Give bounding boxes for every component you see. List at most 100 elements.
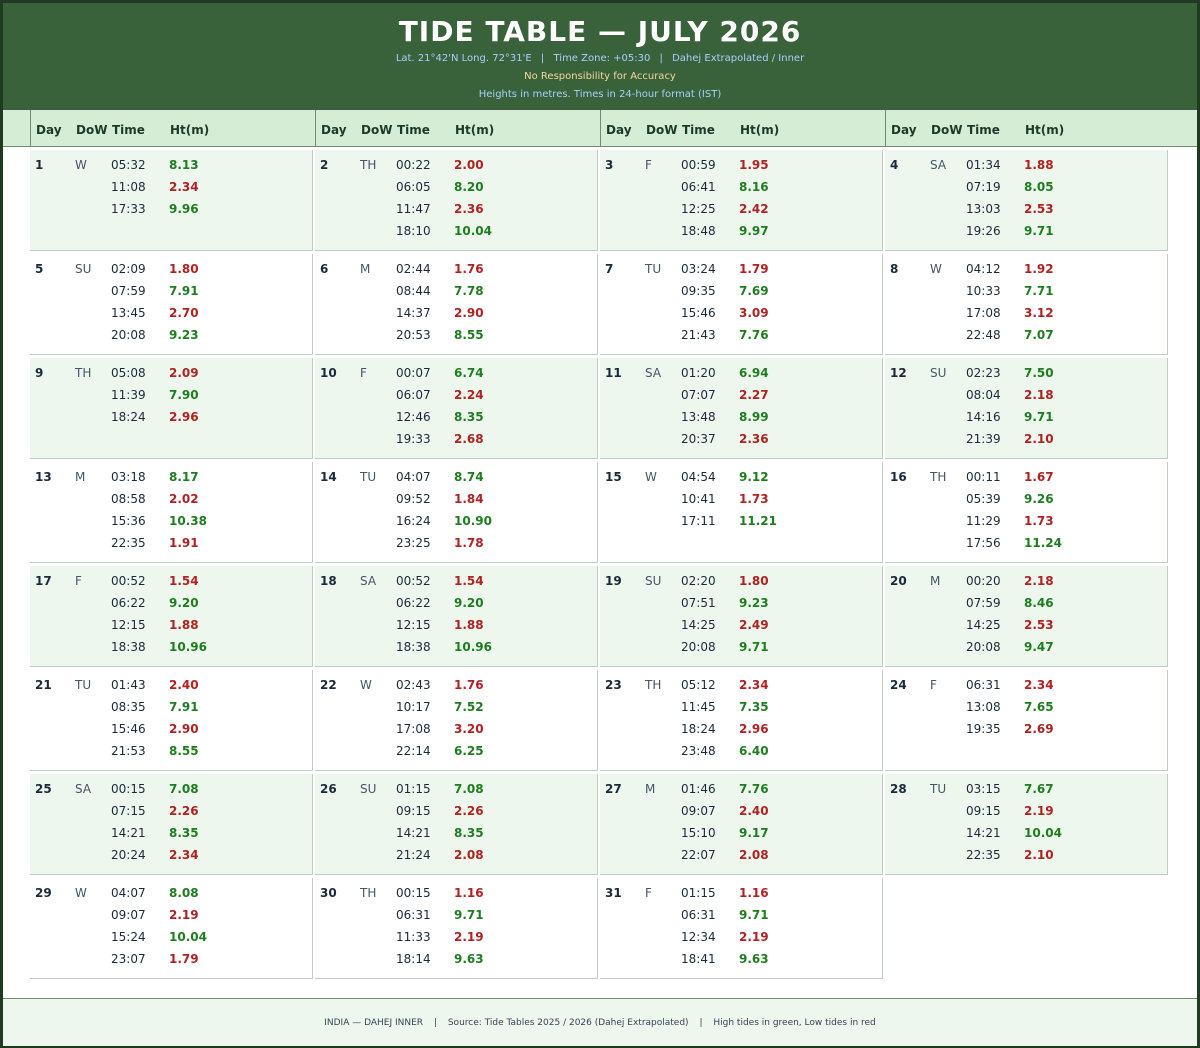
tide-time: 12:15 <box>396 618 431 632</box>
tide-entry: 18:38 10.96 <box>396 640 586 658</box>
tide-entry: 04:54 9.12 <box>681 470 871 488</box>
tide-entry: 06:31 2.34 <box>966 678 1156 696</box>
day-cell: 23 TH 05:12 2.34 11:45 7.35 18:24 2.96 23:48 6.40 <box>600 670 883 771</box>
low-tide-height: 1.16 <box>739 886 769 900</box>
day-of-week: TH <box>360 886 377 900</box>
day-cell: 8 W 04:12 1.92 10:33 7.71 17:08 3.12 22:48 7.07 <box>885 254 1168 355</box>
high-tide-height: 10.90 <box>454 514 492 528</box>
tide-time: 00:59 <box>681 158 716 172</box>
tide-entry: 07:15 2.26 <box>111 804 301 822</box>
day-cell: 29 W 04:07 8.08 09:07 2.19 15:24 10.04 23:07 1.79 <box>30 878 313 979</box>
tide-time: 05:12 <box>681 678 716 692</box>
tide-time: 21:24 <box>396 848 431 862</box>
tide-time: 19:26 <box>966 224 1001 238</box>
tide-entry: 09:15 2.19 <box>966 804 1156 822</box>
column-header-day: Day <box>36 123 62 137</box>
high-tide-height: 9.71 <box>739 640 769 654</box>
high-tide-height: 9.23 <box>169 328 199 342</box>
tide-time: 06:22 <box>111 596 146 610</box>
tide-entry: 22:48 7.07 <box>966 328 1156 346</box>
high-tide-height: 7.76 <box>739 782 769 796</box>
tide-entry: 19:35 2.69 <box>966 722 1156 740</box>
low-tide-height: 1.76 <box>454 262 484 276</box>
high-tide-height: 6.25 <box>454 744 484 758</box>
tide-time: 01:20 <box>681 366 716 380</box>
tide-time: 20:53 <box>396 328 431 342</box>
day-cell: 1 W 05:32 8.13 11:08 2.34 17:33 9.96 <box>30 150 313 251</box>
tide-entry: 06:31 9.71 <box>396 908 586 926</box>
low-tide-height: 1.73 <box>739 492 769 506</box>
tide-time: 03:24 <box>681 262 716 276</box>
tide-time: 02:20 <box>681 574 716 588</box>
day-of-week: TU <box>645 262 662 276</box>
low-tide-height: 2.70 <box>169 306 199 320</box>
column-header-group-2: Day DoW Time Ht(m) <box>315 110 600 146</box>
low-tide-height: 2.10 <box>1024 848 1054 862</box>
high-tide-height: 8.35 <box>454 410 484 424</box>
day-of-week: TH <box>930 470 947 484</box>
low-tide-height: 1.88 <box>1024 158 1054 172</box>
tide-time: 05:39 <box>966 492 1001 506</box>
tide-entry: 13:08 7.65 <box>966 700 1156 718</box>
high-tide-height: 9.47 <box>1024 640 1054 654</box>
tide-time: 12:34 <box>681 930 716 944</box>
high-tide-height: 9.20 <box>454 596 484 610</box>
high-tide-height: 7.08 <box>454 782 484 796</box>
column-header-time: Time <box>112 123 145 137</box>
day-of-week: F <box>645 158 652 172</box>
tide-entry: 18:10 10.04 <box>396 224 586 242</box>
low-tide-height: 2.36 <box>454 202 484 216</box>
day-cell: 9 TH 05:08 2.09 11:39 7.90 18:24 2.96 <box>30 358 313 459</box>
low-tide-height: 1.80 <box>169 262 199 276</box>
day-of-week: M <box>930 574 941 588</box>
low-tide-height: 2.19 <box>169 908 199 922</box>
high-tide-height: 7.35 <box>739 700 769 714</box>
tide-entry: 11:47 2.36 <box>396 202 586 220</box>
tide-time: 21:39 <box>966 432 1001 446</box>
day-cell: 16 TH 00:11 1.67 05:39 9.26 11:29 1.73 17:56 11.2… <box>885 462 1168 563</box>
high-tide-height: 7.67 <box>1024 782 1054 796</box>
high-tide-height: 8.46 <box>1024 596 1054 610</box>
day-cell: 15 W 04:54 9.12 10:41 1.73 17:11 11.21 <box>600 462 883 563</box>
low-tide-height: 2.68 <box>454 432 484 446</box>
tide-entry: 14:21 8.35 <box>111 826 301 844</box>
low-tide-height: 2.09 <box>169 366 199 380</box>
tide-entry: 08:04 2.18 <box>966 388 1156 406</box>
tide-entry: 15:10 9.17 <box>681 826 871 844</box>
day-cell: 12 SU 02:23 7.50 08:04 2.18 14:16 9.71 21:39 2.10 <box>885 358 1168 459</box>
low-tide-height: 2.34 <box>169 180 199 194</box>
tide-time: 00:52 <box>111 574 146 588</box>
tide-time: 10:41 <box>681 492 716 506</box>
units-note: Heights in metres. Times in 24-hour form… <box>478 89 722 100</box>
low-tide-height: 1.79 <box>169 952 199 966</box>
tide-time: 00:15 <box>111 782 146 796</box>
tide-entry: 11:33 2.19 <box>396 930 586 948</box>
high-tide-height: 7.69 <box>739 284 769 298</box>
tide-entry: 01:20 6.94 <box>681 366 871 384</box>
tide-entry: 06:05 8.20 <box>396 180 586 198</box>
tide-entry: 17:11 11.21 <box>681 514 871 532</box>
low-tide-height: 1.16 <box>454 886 484 900</box>
tide-entry: 06:22 9.20 <box>111 596 301 614</box>
high-tide-height: 8.35 <box>454 826 484 840</box>
tide-entry: 21:39 2.10 <box>966 432 1156 450</box>
tide-time: 11:29 <box>966 514 1001 528</box>
tide-time: 09:15 <box>396 804 431 818</box>
tide-entry: 21:53 8.55 <box>111 744 301 762</box>
tide-time: 02:44 <box>396 262 431 276</box>
high-tide-height: 6.74 <box>454 366 484 380</box>
tide-entry: 01:46 7.76 <box>681 782 871 800</box>
tide-time: 07:19 <box>966 180 1001 194</box>
tide-time: 22:07 <box>681 848 716 862</box>
high-tide-height: 7.52 <box>454 700 484 714</box>
lat-long: Lat. 21°42'N Long. 72°31'E <box>395 53 532 64</box>
page-title: TIDE TABLE — JULY 2026 <box>398 15 802 48</box>
tide-time: 00:52 <box>396 574 431 588</box>
tide-entry: 10:41 1.73 <box>681 492 871 510</box>
tide-time: 02:23 <box>966 366 1001 380</box>
tide-entry: 17:33 9.96 <box>111 202 301 220</box>
high-tide-height: 7.91 <box>169 700 199 714</box>
tide-time: 15:46 <box>681 306 716 320</box>
tide-entry: 01:15 1.16 <box>681 886 871 904</box>
tide-entry: 15:36 10.38 <box>111 514 301 532</box>
